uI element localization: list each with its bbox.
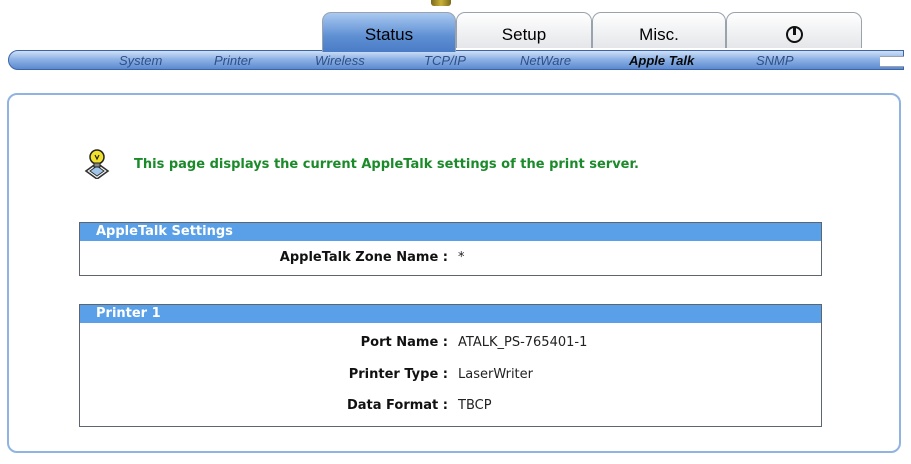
subnav-tcpip[interactable]: TCP/IP	[424, 51, 466, 71]
subnav-printer[interactable]: Printer	[214, 51, 252, 71]
data-format-label: Data Format :	[346, 398, 448, 413]
zone-name-label: AppleTalk Zone Name :	[279, 250, 448, 265]
subnav-netware[interactable]: NetWare	[520, 51, 571, 71]
appletalk-settings-header: AppleTalk Settings	[80, 223, 821, 241]
zone-name-value: *	[458, 250, 465, 265]
lightbulb-info-icon	[84, 149, 110, 179]
brand-logo	[431, 0, 451, 6]
tab-power[interactable]	[726, 12, 862, 48]
printer-type-label: Printer Type :	[348, 367, 448, 382]
appletalk-settings-box: AppleTalk Settings AppleTalk Zone Name :…	[79, 222, 822, 276]
printer1-header: Printer 1	[80, 305, 821, 323]
power-icon	[785, 26, 803, 43]
subnav-appletalk[interactable]: Apple Talk	[629, 51, 694, 71]
printer1-box: Printer 1 Port Name : ATALK_PS-765401-1 …	[79, 304, 822, 427]
port-name-value: ATALK_PS-765401-1	[458, 335, 588, 350]
tab-misc[interactable]: Misc.	[592, 12, 726, 48]
tab-misc-label: Misc.	[639, 25, 679, 44]
tab-status-label: Status	[364, 25, 414, 44]
printer-type-value: LaserWriter	[458, 367, 533, 382]
zone-name-row: AppleTalk Zone Name : *	[80, 248, 821, 268]
subnav-edge	[880, 56, 904, 67]
info-text: This page displays the current AppleTalk…	[134, 157, 639, 172]
printer-type-row: Printer Type : LaserWriter	[80, 365, 821, 385]
data-format-value: TBCP	[458, 398, 492, 413]
port-name-label: Port Name :	[360, 335, 448, 350]
sub-navigation: System Printer Wireless TCP/IP NetWare A…	[8, 50, 904, 70]
tab-setup[interactable]: Setup	[456, 12, 592, 48]
tab-setup-label: Setup	[501, 25, 547, 44]
subnav-wireless[interactable]: Wireless	[315, 51, 365, 71]
port-name-row: Port Name : ATALK_PS-765401-1	[80, 333, 821, 353]
subnav-snmp[interactable]: SNMP	[756, 51, 794, 71]
tab-status[interactable]: Status	[322, 12, 456, 52]
data-format-row: Data Format : TBCP	[80, 396, 821, 416]
subnav-system[interactable]: System	[119, 51, 162, 71]
